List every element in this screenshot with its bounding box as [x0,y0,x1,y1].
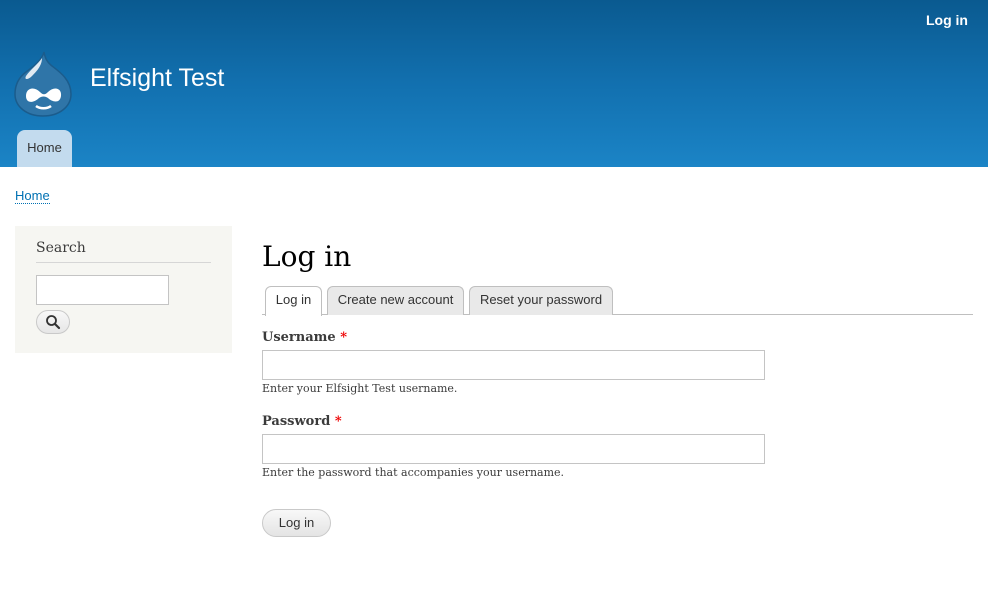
breadcrumb-home[interactable]: Home [15,188,50,204]
search-button[interactable] [36,310,70,334]
search-block: Search [15,226,232,353]
required-mark: * [340,330,348,345]
login-submit-button[interactable]: Log in [262,509,331,537]
tab-reset-password[interactable]: Reset your password [469,286,613,315]
tab-create-new-account[interactable]: Create new account [327,286,464,315]
main-menu-home[interactable]: Home [17,130,72,167]
site-header: Log in Elfsight Test Home [0,0,988,167]
tab-log-in[interactable]: Log in [265,286,322,316]
site-name[interactable]: Elfsight Test [90,64,224,93]
header-login-link[interactable]: Log in [926,12,968,28]
username-label: Username * [262,330,347,345]
username-label-text: Username [262,330,336,345]
login-tabs: Log in Create new account Reset your pas… [262,286,973,316]
password-field[interactable] [262,434,765,464]
page-title: Log in [262,240,352,273]
drupal-logo-icon[interactable] [14,50,72,118]
password-description: Enter the password that accompanies your… [262,466,565,479]
search-input[interactable] [36,275,169,305]
search-block-title: Search [36,240,211,263]
username-field[interactable] [262,350,765,380]
search-icon [46,315,61,330]
password-label: Password * [262,414,342,429]
password-label-text: Password [262,414,331,429]
username-description: Enter your Elfsight Test username. [262,382,458,395]
required-mark: * [334,414,342,429]
